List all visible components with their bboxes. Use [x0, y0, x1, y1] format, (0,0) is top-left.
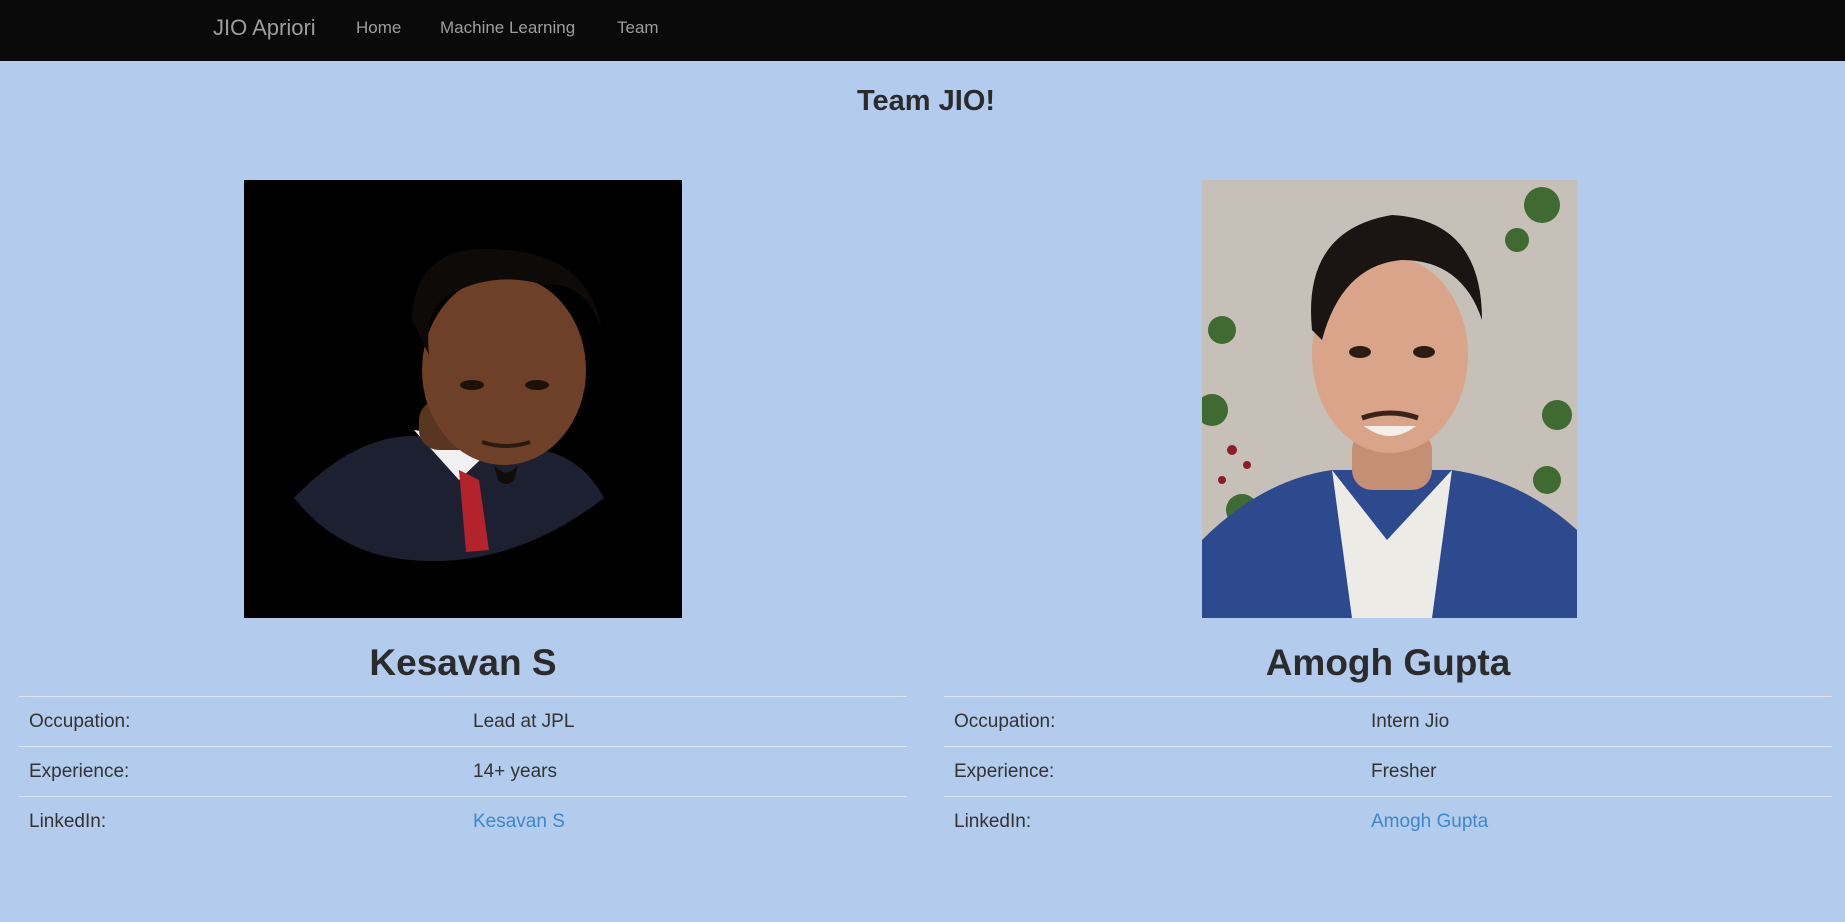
row-label: LinkedIn:: [29, 811, 107, 832]
row-value: Fresher: [1371, 761, 1437, 782]
member-photo: [244, 180, 682, 618]
page-title: Team JIO!: [856, 85, 996, 117]
nav-home-link[interactable]: Home: [356, 17, 401, 39]
row-label: Occupation:: [954, 711, 1056, 732]
row-label: Experience:: [954, 761, 1055, 782]
member-name: Amogh Gupta: [1265, 642, 1511, 683]
row-value: Intern Jio: [1371, 711, 1450, 732]
table-row: LinkedIn: Kesavan S: [19, 796, 907, 846]
row-value: 14+ years: [473, 761, 557, 782]
member-card: Amogh Gupta Occupation: Intern Jio Exper…: [944, 180, 1832, 840]
member-name: Kesavan S: [369, 642, 557, 683]
table-row: Occupation: Intern Jio: [944, 696, 1832, 746]
linkedin-link[interactable]: Amogh Gupta: [1371, 810, 1488, 834]
table-row: Experience: 14+ years: [19, 746, 907, 796]
info-table: Occupation: Lead at JPL Experience: 14+ …: [19, 696, 907, 846]
row-label: Experience:: [29, 761, 130, 782]
member-photo: [1202, 180, 1577, 618]
linkedin-link[interactable]: Kesavan S: [473, 810, 565, 834]
navbar: JIO Apriori Home Machine Learning Team: [0, 0, 1845, 61]
nav-team-link[interactable]: Team: [617, 17, 659, 39]
row-label: LinkedIn:: [954, 811, 1032, 832]
brand-link[interactable]: JIO Apriori: [213, 15, 316, 41]
portrait-photo: [1202, 180, 1577, 618]
info-table: Occupation: Intern Jio Experience: Fresh…: [944, 696, 1832, 846]
table-row: Occupation: Lead at JPL: [19, 696, 907, 746]
member-card: Kesavan S Occupation: Lead at JPL Experi…: [19, 180, 907, 840]
table-row: Experience: Fresher: [944, 746, 1832, 796]
nav-machine-learning-link[interactable]: Machine Learning: [440, 17, 575, 39]
table-row: LinkedIn: Amogh Gupta: [944, 796, 1832, 846]
row-value: Lead at JPL: [473, 711, 575, 732]
portrait-photo: [244, 180, 682, 618]
row-label: Occupation:: [29, 711, 131, 732]
